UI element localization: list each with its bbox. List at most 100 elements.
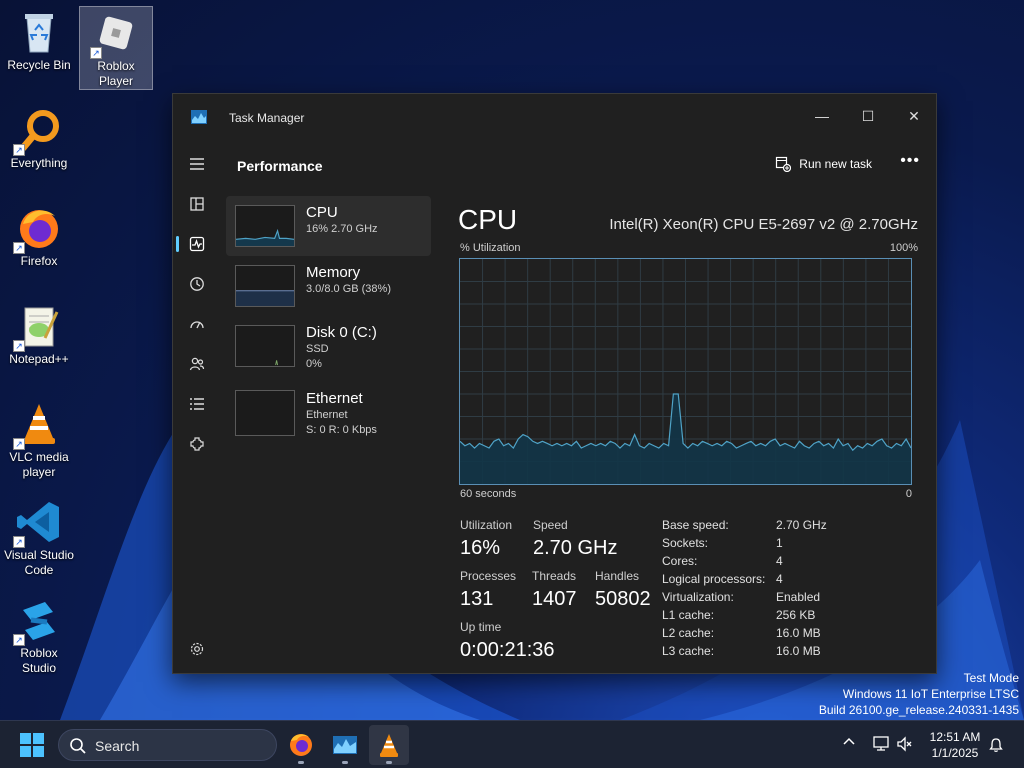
memory-mini-graph <box>235 265 295 307</box>
firefox-icon <box>290 734 312 756</box>
taskbar-task-manager[interactable] <box>325 725 365 765</box>
navigation-rail <box>173 149 221 673</box>
notepadpp-icon: ↗ <box>13 302 63 352</box>
desktop-icon-notepadpp[interactable]: ↗ Notepad++ <box>2 300 76 367</box>
spec-value: 4 <box>776 554 783 568</box>
active-indicator <box>176 236 179 252</box>
resource-detail: 3.0/8.0 GB (38%) <box>306 283 391 295</box>
roblox-studio-icon: ↗ <box>13 596 63 646</box>
desktop-icon-label: VLC media player <box>9 450 69 479</box>
desktop-icon-recycle-bin[interactable]: Recycle Bin <box>2 6 76 73</box>
spec-value: 4 <box>776 572 783 586</box>
system-clock[interactable]: 12:51 AM 1/1/2025 <box>918 729 992 761</box>
services-icon[interactable] <box>185 432 209 456</box>
desktop-icon-roblox-studio[interactable]: ↗ Roblox Studio <box>2 594 76 676</box>
desktop-icon-label: Roblox Player <box>97 59 135 88</box>
handles-value: 50802 <box>595 588 651 610</box>
desktop-icon-vscode[interactable]: ↗ Visual Studio Code <box>2 496 76 578</box>
shortcut-arrow-icon: ↗ <box>13 634 25 646</box>
app-history-icon[interactable] <box>185 272 209 296</box>
cpu-utilization-graph <box>459 258 912 485</box>
utilization-max-label: 100% <box>889 242 918 254</box>
desktop-icon-everything[interactable]: ↗ Everything <box>2 104 76 171</box>
shortcut-arrow-icon: ↗ <box>13 340 25 352</box>
spec-label: Base speed: <box>662 518 729 532</box>
title-bar[interactable]: Task Manager — ☐ ✕ <box>173 94 936 139</box>
desktop-icon-roblox-player[interactable]: ↗ Roblox Player <box>79 6 153 90</box>
spec-value: 256 KB <box>776 608 816 622</box>
minimize-button[interactable]: — <box>807 102 837 130</box>
roblox-player-icon: ↗ <box>90 9 140 59</box>
spec-label: L3 cache: <box>662 644 715 658</box>
resource-item-disk[interactable]: Disk 0 (C:) SSD 0% <box>226 316 431 376</box>
shortcut-arrow-icon: ↗ <box>90 47 102 59</box>
resource-item-memory[interactable]: Memory 3.0/8.0 GB (38%) <box>226 256 431 316</box>
desktop-icon-label: Roblox Studio <box>20 646 58 675</box>
taskbar-vlc[interactable] <box>369 725 409 765</box>
utilization-label: Utilization <box>460 518 513 532</box>
utilization-value: 16% <box>460 537 501 559</box>
handles-label: Handles <box>595 569 640 583</box>
shortcut-arrow-icon: ↗ <box>13 144 25 156</box>
resource-item-cpu[interactable]: CPU 16% 2.70 GHz <box>226 196 431 256</box>
speed-value: 2.70 GHz <box>533 537 618 559</box>
desktop-icon-label: Recycle Bin <box>7 58 71 72</box>
maximize-button[interactable]: ☐ <box>853 102 883 130</box>
watermark-line-2: Windows 11 IoT Enterprise LTSC <box>842 687 1019 701</box>
run-new-task-button[interactable]: Run new task <box>775 156 872 172</box>
settings-gear-icon[interactable] <box>185 637 209 661</box>
performance-icon[interactable] <box>185 232 209 256</box>
network-icon[interactable] <box>872 735 890 758</box>
resource-name: CPU <box>306 204 338 221</box>
taskbar: Search 12:51 AM 1/1/2025 <box>0 720 1024 768</box>
show-hidden-icons-button[interactable] <box>842 735 856 752</box>
resource-detail: Ethernet <box>306 409 348 421</box>
clock-date: 1/1/2025 <box>931 746 979 760</box>
page-title: Performance <box>237 158 323 174</box>
resource-item-ethernet[interactable]: Ethernet Ethernet S: 0 R: 0 Kbps <box>226 376 431 446</box>
desktop-icon-label: Visual Studio Code <box>4 548 74 577</box>
vlc-icon <box>380 734 398 757</box>
utilization-axis-label: % Utilization <box>460 242 521 254</box>
window-title: Task Manager <box>229 111 305 125</box>
search-icon <box>70 738 86 754</box>
notification-bell-icon[interactable] <box>988 737 1004 758</box>
resource-detail-2: S: 0 R: 0 Kbps <box>306 424 377 436</box>
start-button[interactable] <box>20 733 44 757</box>
shortcut-arrow-icon: ↗ <box>13 536 25 548</box>
cpu-heading: CPU <box>458 204 518 235</box>
disk-mini-graph <box>235 325 295 367</box>
desktop-icon-firefox[interactable]: ↗ Firefox <box>2 202 76 269</box>
desktop-icon-vlc[interactable]: ↗ VLC media player <box>2 398 76 480</box>
run-new-task-label: Run new task <box>799 157 872 171</box>
firefox-icon: ↗ <box>13 204 63 254</box>
spec-label: Virtualization: <box>662 590 734 604</box>
processes-icon[interactable] <box>185 192 209 216</box>
taskbar-search-box[interactable]: Search <box>58 729 277 761</box>
recycle-bin-icon <box>15 8 63 56</box>
task-manager-window[interactable]: Task Manager — ☐ ✕ Performance Run new t… <box>172 93 937 674</box>
spec-label: L2 cache: <box>662 626 715 640</box>
taskbar-firefox[interactable] <box>281 725 321 765</box>
shortcut-arrow-icon: ↗ <box>13 242 25 254</box>
desktop-icon-label: Firefox <box>20 254 58 268</box>
more-options-button[interactable]: ••• <box>900 152 920 170</box>
hamburger-menu-icon[interactable] <box>185 152 209 176</box>
resource-detail-2: 0% <box>306 358 322 370</box>
close-button[interactable]: ✕ <box>899 102 929 130</box>
windows-logo-tile <box>20 746 31 757</box>
threads-label: Threads <box>532 569 577 583</box>
running-indicator <box>342 761 348 764</box>
volume-muted-icon[interactable] <box>896 735 914 758</box>
spec-label: Sockets: <box>662 536 709 550</box>
command-bar: Performance Run new task ••• <box>225 144 936 188</box>
resource-detail: 16% 2.70 GHz <box>306 223 378 235</box>
desktop-icon-label: Everything <box>10 156 68 170</box>
watermark-line-1: Test Mode <box>963 671 1019 685</box>
spec-label: Logical processors: <box>662 572 766 586</box>
task-manager-icon <box>333 736 357 754</box>
users-icon[interactable] <box>185 352 209 376</box>
spec-value: Enabled <box>776 590 821 604</box>
details-icon[interactable] <box>185 392 209 416</box>
startup-apps-icon[interactable] <box>185 312 209 336</box>
